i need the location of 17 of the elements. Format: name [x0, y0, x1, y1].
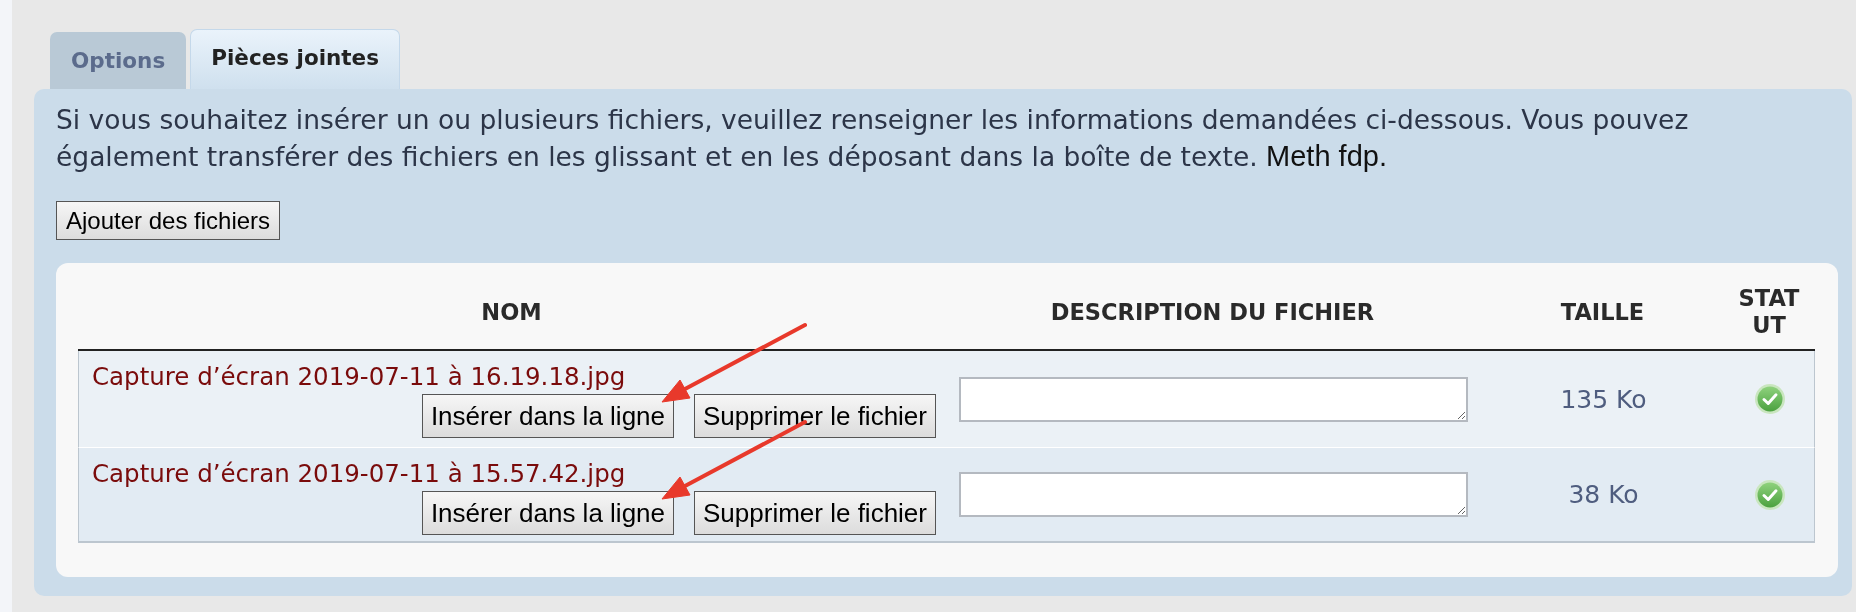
insert-inline-button[interactable]: Insérer dans la ligne: [421, 491, 674, 535]
file-name: Capture d’écran 2019-07-11 à 15.57.42.jpg: [92, 459, 626, 488]
intro-text: Si vous souhaitez insérer un ou plusieurs fichiers, veuillez renseigner les informations demandées ci-dessous. Vous pouvez également transférer des fichiers en les glissant et en les déposant dans la boîte de texte. Meth fdp.: [56, 103, 1690, 174]
file-name: Capture d’écran 2019-07-11 à 16.19.18.jpg: [92, 362, 626, 391]
insert-inline-button[interactable]: Insérer dans la ligne: [421, 394, 674, 438]
description-field[interactable]: [959, 376, 1468, 422]
column-header: TAILLE: [1560, 298, 1645, 326]
file-size: 135 Ko: [1560, 384, 1647, 414]
column-header: NOM: [481, 298, 542, 326]
description-field[interactable]: [959, 472, 1468, 517]
column-header: STATUT: [1737, 285, 1801, 339]
file-size: 38 Ko: [1568, 480, 1639, 509]
add-files-button[interactable]: Ajouter des fichiers: [56, 201, 281, 240]
column-header: DESCRIPTION DU FICHIER: [1050, 298, 1375, 326]
delete-file-button[interactable]: Supprimer le fichier: [694, 491, 936, 535]
delete-file-button[interactable]: Supprimer le fichier: [694, 394, 936, 438]
tab[interactable]: Pièces jointes: [190, 29, 400, 89]
